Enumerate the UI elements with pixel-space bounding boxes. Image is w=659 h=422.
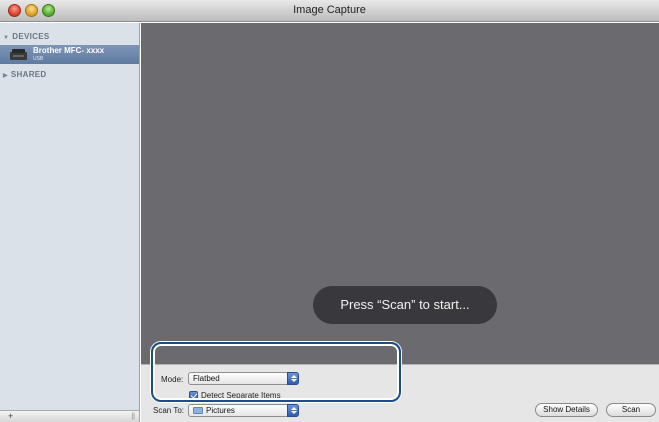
mode-value: Flatbed bbox=[193, 374, 220, 383]
mode-popup[interactable]: Flatbed bbox=[188, 372, 299, 385]
detect-separate-items-checkbox[interactable] bbox=[189, 391, 198, 400]
sidebar: ▼ DEVICES Brother MFC- xxxx USB ▶ SHARED +… bbox=[0, 23, 140, 422]
mode-label: Mode: bbox=[161, 375, 184, 384]
device-name: Brother MFC- xxxx bbox=[33, 46, 105, 55]
printer-scanner-icon bbox=[10, 49, 27, 60]
window-title: Image Capture bbox=[293, 4, 366, 16]
detect-separate-items-label: Detect Separate Items bbox=[201, 391, 281, 400]
show-details-button[interactable]: Show Details bbox=[535, 403, 598, 417]
disclosure-expanded-icon[interactable]: ▼ bbox=[3, 35, 9, 41]
scan-button[interactable]: Scan bbox=[606, 403, 656, 417]
folder-icon bbox=[193, 407, 203, 414]
popup-arrows-icon bbox=[287, 404, 299, 417]
sidebar-item-brother-scanner[interactable]: Brother MFC- xxxx USB bbox=[0, 45, 139, 64]
device-connection: USB bbox=[33, 56, 44, 62]
scan-to-popup[interactable]: Pictures bbox=[188, 404, 299, 417]
devices-header-label: DEVICES bbox=[12, 32, 50, 41]
sidebar-footer: + || bbox=[0, 410, 139, 422]
add-device-button[interactable]: + bbox=[8, 412, 13, 421]
sidebar-resize-handle[interactable]: || bbox=[131, 412, 135, 421]
scan-controls-panel: Mode: Flatbed Detect Separate Items Scan… bbox=[141, 364, 659, 422]
disclosure-collapsed-icon[interactable]: ▶ bbox=[3, 72, 8, 79]
scan-preview-area[interactable]: Press “Scan” to start... bbox=[141, 23, 659, 364]
scan-to-label: Scan To: bbox=[153, 406, 184, 415]
shared-header-label: SHARED bbox=[10, 70, 47, 79]
devices-section-header[interactable]: ▼ DEVICES bbox=[3, 32, 49, 41]
image-capture-window: Image Capture ▼ DEVICES Brother MFC- xxxx… bbox=[0, 0, 659, 422]
title-bar[interactable]: Image Capture bbox=[0, 0, 659, 22]
scan-to-value: Pictures bbox=[206, 406, 235, 415]
shared-section-header[interactable]: ▶ SHARED bbox=[3, 70, 47, 79]
press-scan-message: Press “Scan” to start... bbox=[313, 286, 497, 324]
popup-arrows-icon bbox=[287, 372, 299, 385]
